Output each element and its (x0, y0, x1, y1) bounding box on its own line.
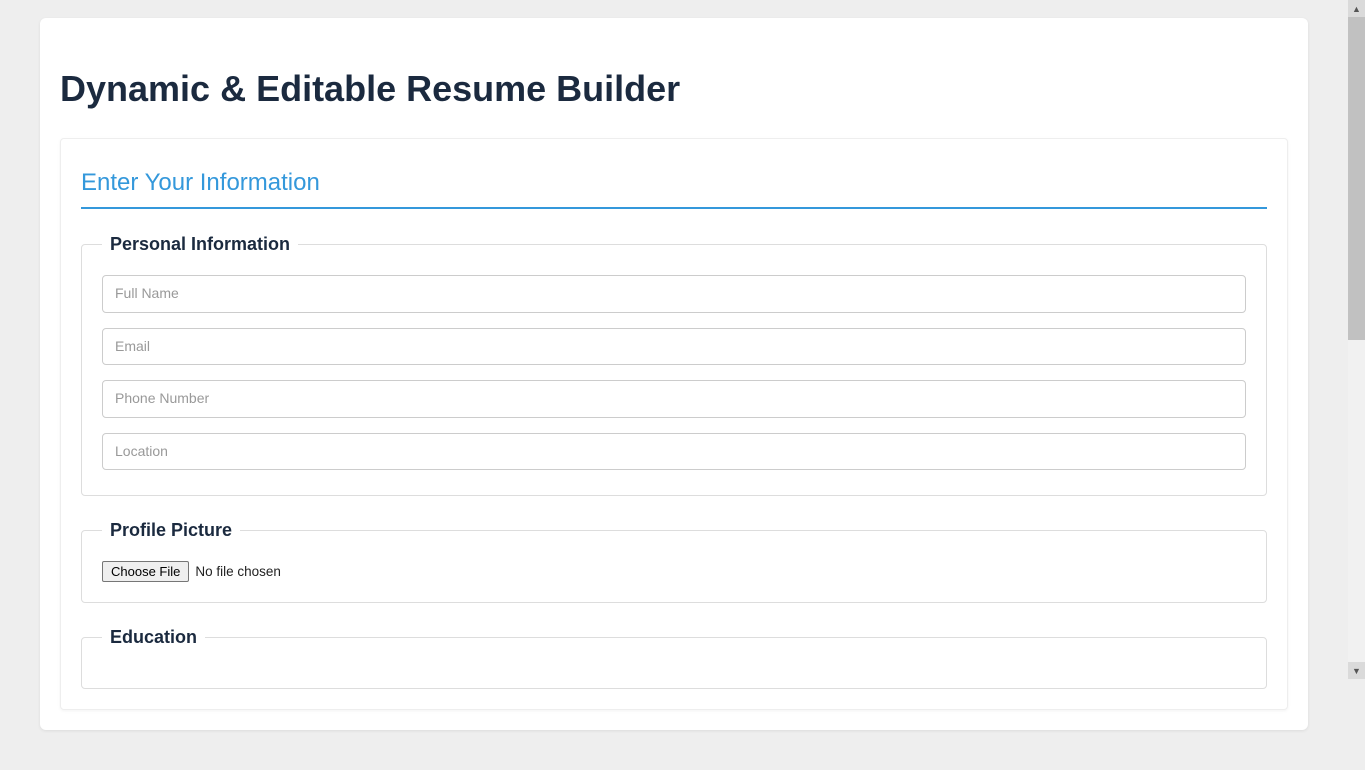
fieldset-education: Education (81, 627, 1267, 689)
main-card: Dynamic & Editable Resume Builder Enter … (40, 18, 1308, 730)
scroll-thumb[interactable] (1348, 17, 1365, 340)
fieldset-personal-information: Personal Information (81, 234, 1267, 496)
section-heading: Enter Your Information (81, 169, 1267, 209)
full-name-input[interactable] (102, 275, 1246, 313)
email-input[interactable] (102, 328, 1246, 366)
phone-input[interactable] (102, 380, 1246, 418)
form-card: Enter Your Information Personal Informat… (60, 138, 1288, 710)
scroll-up-arrow-icon[interactable]: ▲ (1348, 0, 1365, 17)
legend-personal-information: Personal Information (102, 234, 298, 255)
scroll-down-arrow-icon[interactable]: ▼ (1348, 662, 1365, 679)
choose-file-button[interactable]: Choose File (102, 561, 189, 582)
legend-profile-picture: Profile Picture (102, 520, 240, 541)
vertical-scrollbar[interactable]: ▲ ▼ (1348, 0, 1365, 679)
fieldset-profile-picture: Profile Picture Choose File No file chos… (81, 520, 1267, 603)
location-input[interactable] (102, 433, 1246, 471)
scroll-track[interactable] (1348, 17, 1365, 662)
page-title: Dynamic & Editable Resume Builder (60, 68, 1288, 110)
legend-education: Education (102, 627, 205, 648)
file-chosen-status: No file chosen (195, 564, 281, 579)
